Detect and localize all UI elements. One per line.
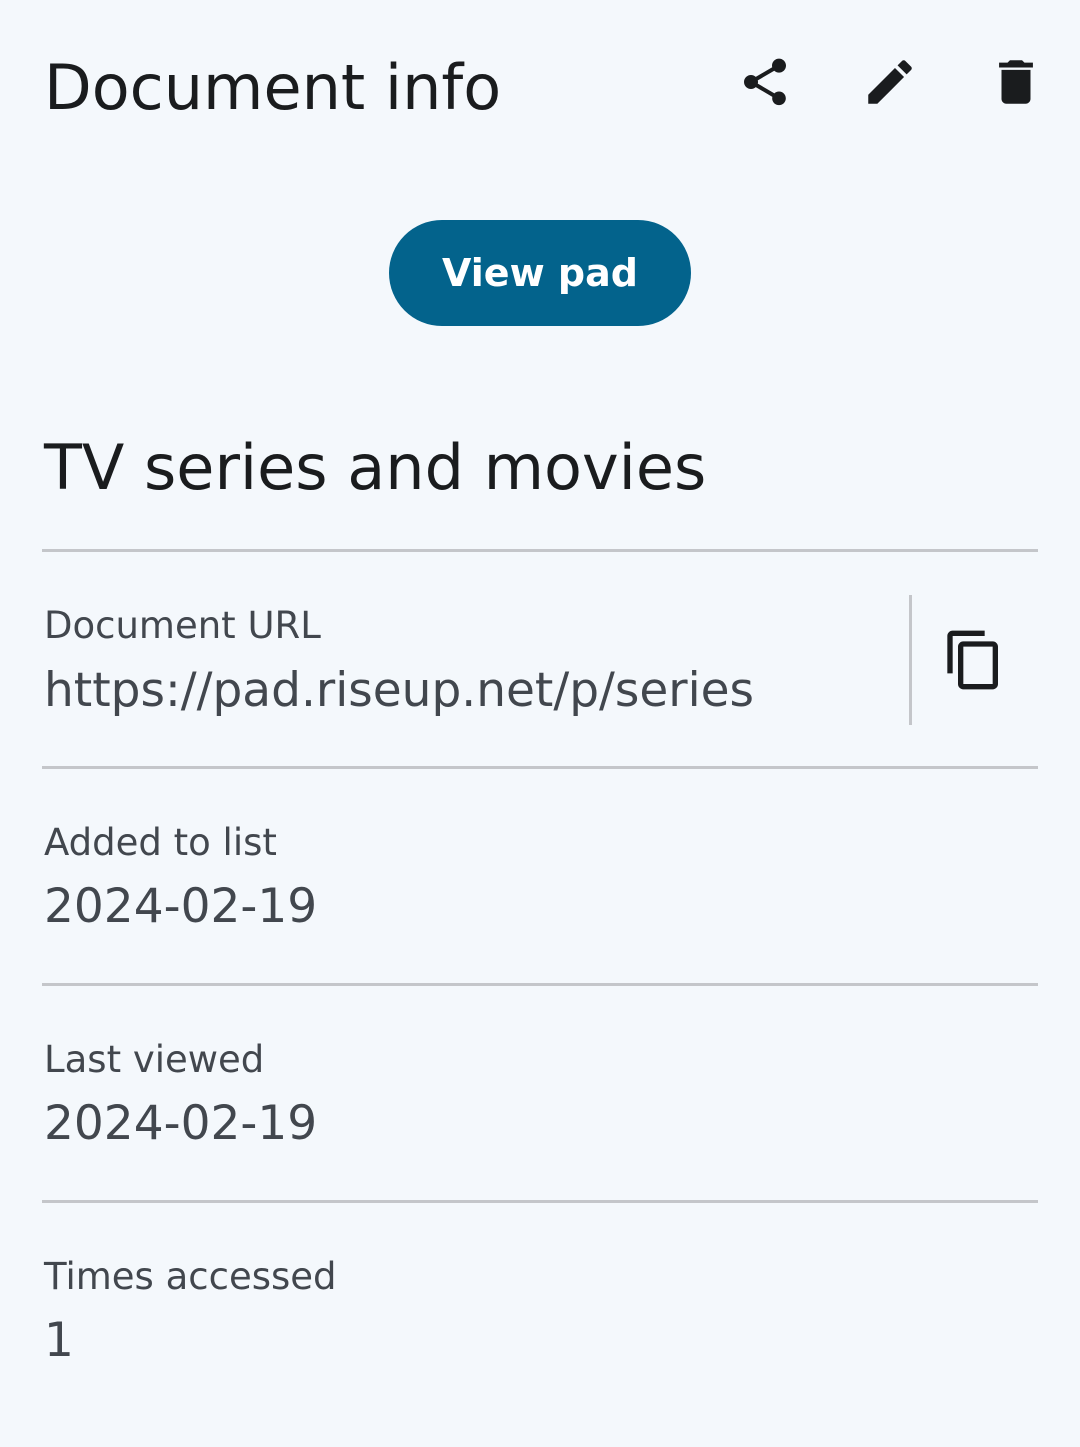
added-to-list-value: 2024-02-19 (44, 879, 318, 934)
top-app-bar: Document info (0, 0, 1080, 175)
delete-button[interactable] (976, 42, 1056, 122)
view-pad-button[interactable]: View pad (389, 220, 691, 326)
trash-icon (999, 60, 1033, 104)
divider (42, 1200, 1038, 1203)
divider (42, 983, 1038, 986)
times-accessed-label: Times accessed (44, 1255, 337, 1298)
document-url-value: https://pad.riseup.net/p/series (44, 663, 755, 718)
last-viewed-label: Last viewed (44, 1038, 265, 1081)
share-button[interactable] (725, 42, 805, 122)
page-title: Document info (44, 51, 502, 124)
pencil-icon (868, 60, 912, 104)
copy-url-button[interactable] (934, 620, 1014, 700)
edit-button[interactable] (850, 42, 930, 122)
divider (42, 549, 1038, 552)
last-viewed-value: 2024-02-19 (44, 1096, 318, 1151)
document-url-label: Document URL (44, 604, 321, 647)
copy-icon (947, 630, 998, 690)
divider (42, 766, 1038, 769)
times-accessed-value: 1 (44, 1313, 74, 1368)
share-icon (744, 58, 786, 106)
vertical-divider (909, 595, 912, 725)
added-to-list-label: Added to list (44, 821, 277, 864)
document-name: TV series and movies (44, 431, 707, 504)
